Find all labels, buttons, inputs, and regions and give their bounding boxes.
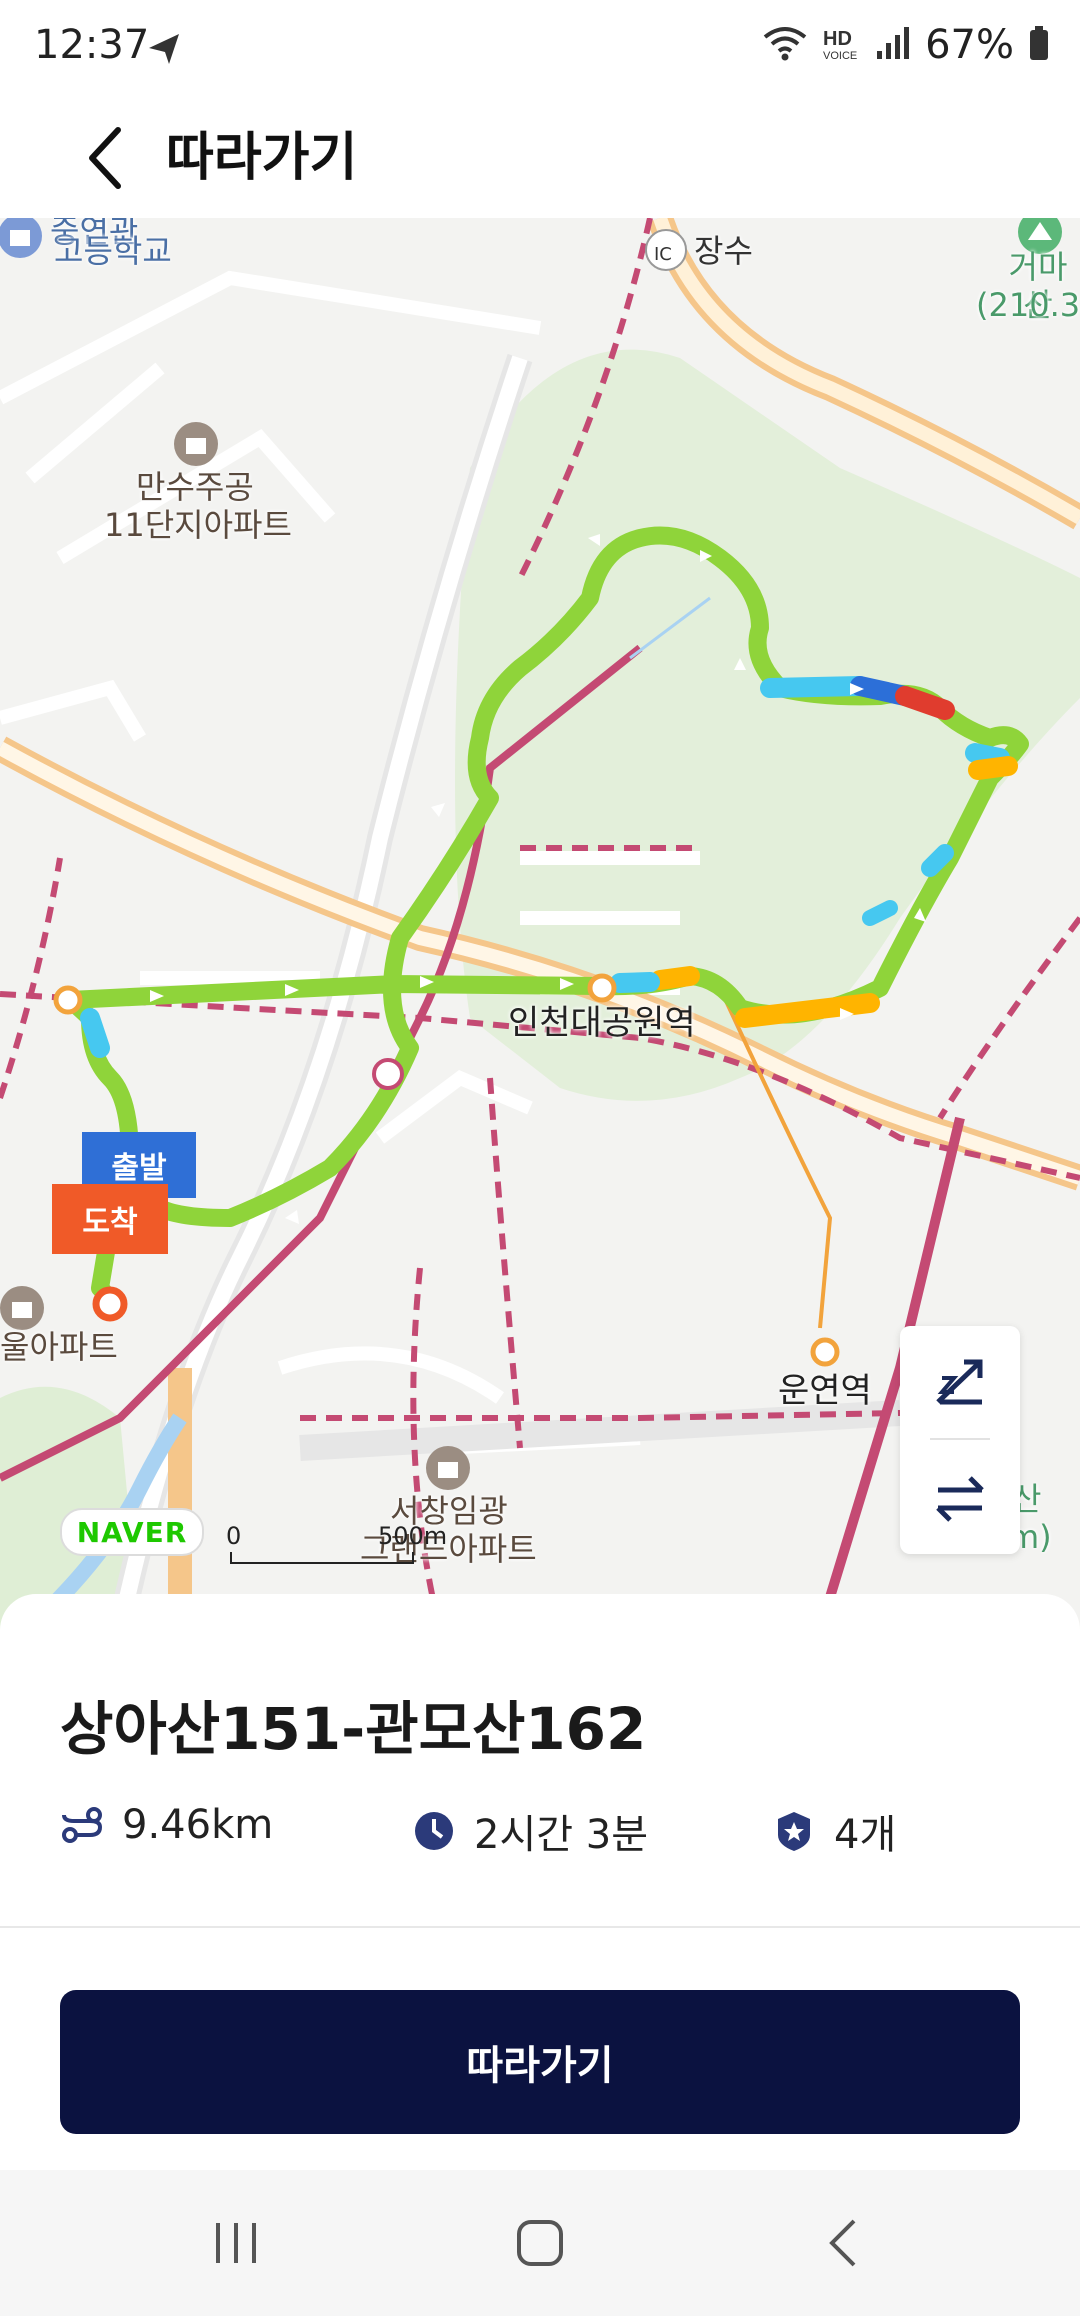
stat-duration: 2시간 3분 [412, 1802, 648, 1860]
svg-text:VOICE: VOICE [823, 50, 857, 62]
hd-voice-icon: HD VOICE [821, 23, 861, 67]
system-back-button[interactable] [744, 2170, 944, 2316]
controls-divider [930, 1438, 990, 1440]
map-label-apt1-line1: 만수주공 [136, 468, 254, 506]
duration-value: 2시간 3분 [474, 1812, 649, 1858]
course-info-sheet: 상아산151-관모산162 9.46km 2시간 3분 4개 따라가기 [0, 1594, 1080, 2172]
home-button[interactable] [440, 2170, 640, 2316]
stat-checkpoints: 4개 [772, 1802, 896, 1860]
distance-value: 9.46km [122, 1802, 274, 1848]
status-icons: HD VOICE 67% [763, 22, 1050, 68]
home-icon [517, 2220, 563, 2266]
app-header: 따라가기 [0, 96, 1080, 220]
system-nav-bar [0, 2170, 1080, 2316]
map-label-station-unyeon: 운연역 [778, 1371, 872, 1411]
end-marker[interactable]: 도착 [52, 1184, 168, 1254]
battery-percent: 67% [925, 22, 1014, 68]
sheet-divider [0, 1926, 1080, 1928]
map-label-apt1-line2: 11단지아파트 [104, 506, 292, 544]
battery-icon [1028, 25, 1050, 65]
navigation-app-icon [145, 28, 185, 72]
scale-bar [230, 1552, 414, 1564]
clock-icon [415, 1812, 453, 1850]
reverse-direction-button[interactable] [900, 1442, 1020, 1554]
status-time: 12:37 [34, 22, 150, 68]
map-label-apt2: 울아파트 [0, 1328, 118, 1366]
shield-star-icon [778, 1812, 810, 1851]
signal-icon [875, 25, 911, 65]
naver-logo: NAVER [60, 1508, 204, 1556]
map-label-ic-badge: IC [654, 244, 672, 265]
route-map[interactable]: 중연관 고등학교 장수 IC 거마산 (210.3m 만수주공 11단지아파트 … [0, 218, 1080, 1630]
slope-toggle-icon [936, 1359, 983, 1405]
reverse-direction-icon [936, 1476, 984, 1522]
svg-text:HD: HD [823, 28, 852, 50]
scale-zero: 0 [226, 1522, 242, 1550]
slope-toggle-button[interactable] [900, 1326, 1020, 1438]
back-button[interactable] [60, 114, 148, 202]
wifi-icon [763, 23, 807, 67]
stat-distance: 9.46km [60, 1802, 273, 1848]
map-label-mountain-height: (210.3m [976, 286, 1080, 324]
recents-button[interactable] [136, 2170, 336, 2316]
back-arrow-icon [89, 127, 121, 189]
follow-button[interactable]: 따라가기 [60, 1990, 1020, 2134]
page-title: 따라가기 [166, 128, 358, 188]
course-stats: 9.46km 2시간 3분 4개 [60, 1802, 1040, 1862]
map-label-school: 고등학교 [54, 232, 172, 270]
recents-icon [216, 2223, 256, 2263]
scale-max: 500m [378, 1522, 448, 1550]
route-icon [62, 1807, 103, 1843]
map-label-station-incheon-grand-park: 인천대공원역 [508, 1003, 696, 1043]
back-icon [829, 2219, 856, 2267]
map-controls [900, 1326, 1020, 1554]
checkpoints-value: 4개 [834, 1812, 897, 1858]
map-label-ic: 장수 [694, 232, 753, 270]
status-bar: 12:37 HD VOICE 67% [0, 0, 1080, 96]
course-title: 상아산151-관모산162 [60, 1695, 647, 1763]
